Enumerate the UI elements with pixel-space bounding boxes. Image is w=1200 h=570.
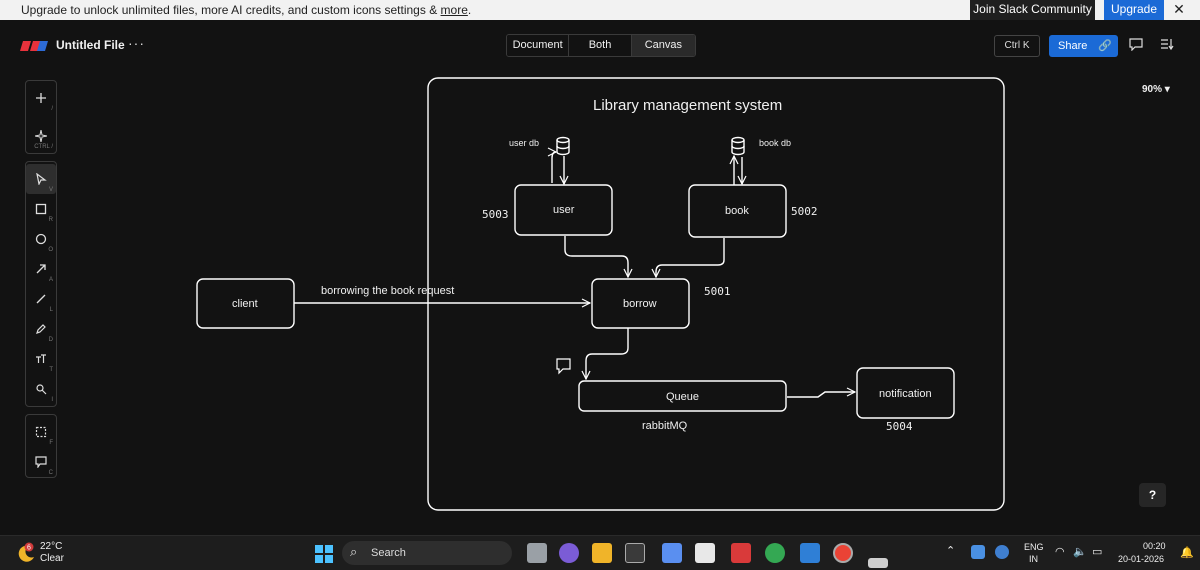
- file-title[interactable]: Untitled File: [56, 38, 125, 52]
- notification-app-icon[interactable]: [868, 558, 888, 568]
- link-icon[interactable]: 🔗: [1098, 35, 1112, 57]
- task-view-icon[interactable]: [527, 543, 547, 563]
- file-explorer-icon[interactable]: [592, 543, 612, 563]
- app-logo[interactable]: [20, 41, 48, 51]
- arrow-borrow-to-queue[interactable]: [586, 328, 629, 379]
- borrow-port-label: 5001: [704, 285, 731, 298]
- chrome-icon[interactable]: [765, 543, 785, 563]
- upgrade-banner: Upgrade to unlock unlimited files, more …: [0, 0, 1200, 20]
- book-port-label: 5002: [791, 205, 818, 218]
- show-hidden-icons-icon[interactable]: ⌃: [946, 544, 955, 557]
- banner-message: Upgrade to unlock unlimited files, more …: [21, 3, 472, 17]
- language-indicator[interactable]: ENG: [1024, 542, 1044, 552]
- user-node-label: user: [553, 204, 575, 216]
- onedrive-icon[interactable]: [971, 545, 985, 559]
- book-node-label: book: [725, 205, 749, 217]
- search-icon: ⌕: [350, 544, 358, 559]
- app-icon[interactable]: [625, 543, 645, 563]
- comment-pin-icon[interactable]: [556, 358, 571, 375]
- tab-document[interactable]: Document: [507, 35, 569, 56]
- chrome-profile-icon[interactable]: [833, 543, 853, 563]
- arrow-queue-to-notification[interactable]: [787, 392, 855, 398]
- app-header: Untitled File ··· Document Both Canvas C…: [0, 20, 1200, 70]
- more-link[interactable]: more: [441, 3, 468, 17]
- battery-icon[interactable]: ▭: [1092, 545, 1102, 558]
- notification-port-label: 5004: [886, 420, 913, 433]
- command-palette-button[interactable]: Ctrl K: [994, 35, 1040, 57]
- upgrade-button[interactable]: Upgrade: [1104, 0, 1164, 20]
- notification-bell-icon[interactable]: 🔔: [1180, 546, 1194, 559]
- diagram-canvas[interactable]: [0, 70, 1200, 535]
- book-db-label: book db: [759, 138, 792, 148]
- comments-icon[interactable]: [1129, 37, 1143, 51]
- meet-icon[interactable]: [559, 543, 579, 563]
- weather-condition[interactable]: Clear: [40, 553, 64, 564]
- store-icon[interactable]: [695, 543, 715, 563]
- user-db-label: user db: [509, 138, 540, 148]
- notification-node-label: notification: [879, 388, 932, 400]
- os-taskbar: 6 22°C Clear ⌕ Search ⌃ ENG IN ◠ 🔈 ▭ 00:…: [0, 535, 1200, 570]
- user-port-label: 5003: [482, 208, 509, 221]
- queue-node-label: Queue: [666, 391, 700, 403]
- clock-date[interactable]: 20-01-2026: [1118, 554, 1164, 564]
- region-indicator[interactable]: IN: [1029, 554, 1038, 564]
- windows-start-icon[interactable]: [315, 545, 333, 563]
- vscode-icon[interactable]: [800, 543, 820, 563]
- arrow-book-to-borrow[interactable]: [656, 238, 725, 277]
- more-options-icon[interactable]: ···: [128, 35, 145, 51]
- arrow-user-to-db[interactable]: [552, 152, 556, 183]
- borrow-node-label: borrow: [623, 298, 657, 310]
- clock-time[interactable]: 00:20: [1143, 541, 1166, 551]
- tab-both[interactable]: Both: [568, 35, 632, 56]
- taskbar-search[interactable]: ⌕ Search: [342, 541, 512, 565]
- arrow-user-to-borrow[interactable]: [564, 236, 628, 277]
- weather-badge: 6: [27, 545, 31, 552]
- edge-icon[interactable]: [995, 545, 1009, 559]
- wifi-icon[interactable]: ◠: [1055, 545, 1065, 558]
- user-db-icon[interactable]: [556, 136, 570, 156]
- export-icon[interactable]: [1160, 37, 1174, 51]
- volume-icon[interactable]: 🔈: [1073, 545, 1087, 558]
- join-slack-button[interactable]: Join Slack Community: [970, 0, 1095, 20]
- copilot-icon[interactable]: [662, 543, 682, 563]
- wps-office-icon[interactable]: [731, 543, 751, 563]
- share-button[interactable]: Share 🔗: [1049, 35, 1118, 57]
- frame-title: Library management system: [593, 97, 783, 114]
- share-label: Share: [1058, 40, 1088, 52]
- tab-canvas[interactable]: Canvas: [631, 35, 695, 56]
- view-toggle: Document Both Canvas: [506, 34, 696, 57]
- weather-temperature[interactable]: 22°C: [40, 541, 62, 552]
- close-icon[interactable]: ✕: [1169, 0, 1189, 20]
- rabbitmq-label: rabbitMQ: [642, 420, 688, 432]
- request-label: borrowing the book request: [321, 285, 455, 297]
- moon-weather-icon[interactable]: 6: [16, 542, 36, 564]
- client-node-label: client: [232, 298, 258, 310]
- search-label: Search: [371, 547, 406, 559]
- book-db-icon[interactable]: [731, 136, 745, 156]
